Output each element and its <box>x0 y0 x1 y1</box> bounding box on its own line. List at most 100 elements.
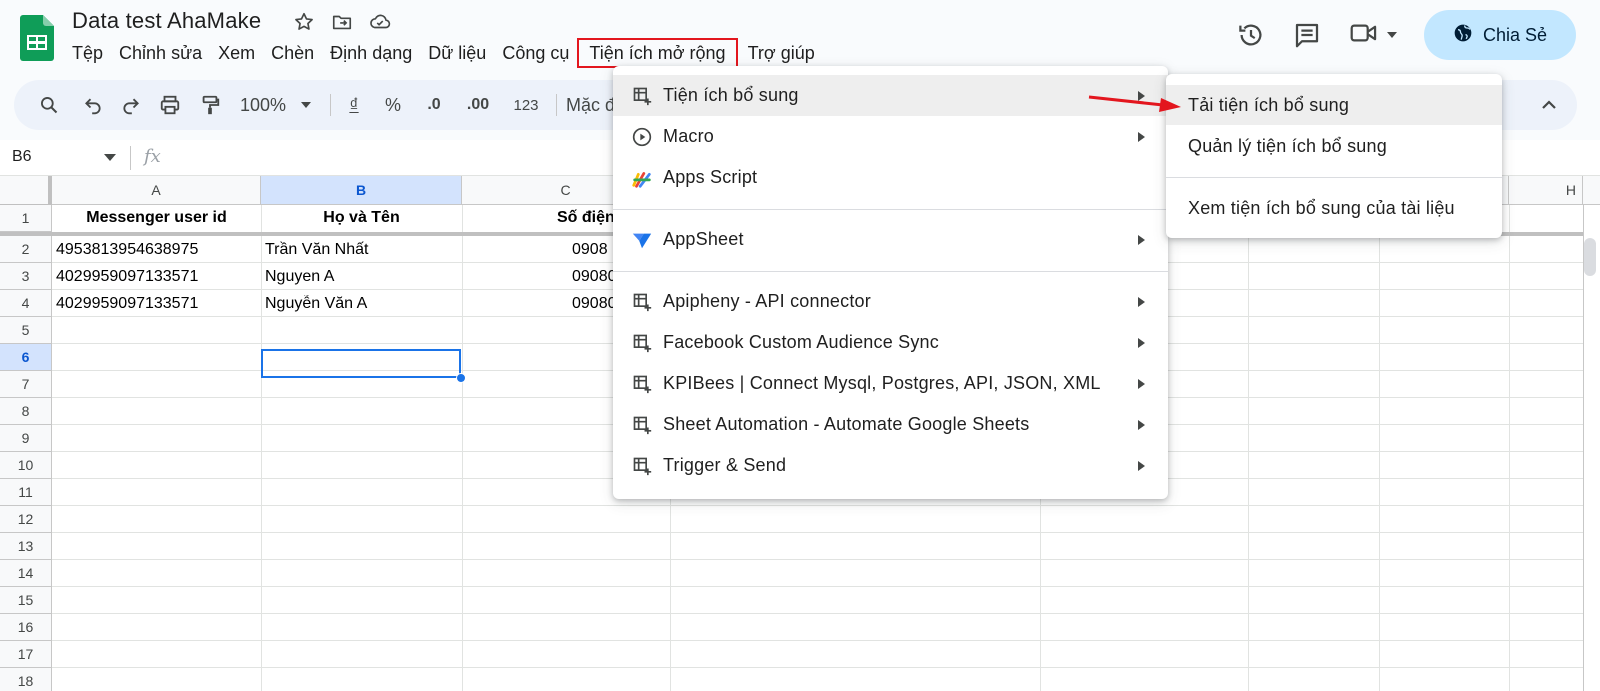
column-header-b[interactable]: B <box>261 176 462 205</box>
addon-icon <box>631 85 653 107</box>
row-header-11[interactable]: 11 <box>0 479 52 506</box>
grid-line <box>52 505 1583 506</box>
menu-item-label: Apps Script <box>663 167 758 187</box>
version-history-icon[interactable] <box>1236 20 1266 50</box>
column-header-h[interactable]: H <box>1509 176 1583 205</box>
row-header-14[interactable]: 14 <box>0 560 52 587</box>
cell-a3[interactable]: 4029959097133571 <box>56 268 260 286</box>
row-header-7[interactable]: 7 <box>0 371 52 398</box>
cell-b1[interactable]: Họ và Tên <box>261 209 462 227</box>
menu-item-kpibees[interactable]: KPIBees | Connect Mysql, Postgres, API, … <box>613 363 1168 404</box>
zoom-value: 100% <box>239 94 287 115</box>
menu-data[interactable]: Dữ liệu <box>420 38 494 68</box>
menu-file[interactable]: Tệp <box>64 38 111 68</box>
submenu-arrow-icon <box>1138 337 1145 348</box>
cloud-saved-icon[interactable] <box>368 10 392 34</box>
zoom-select[interactable]: 100% <box>236 80 290 130</box>
submenu-item-manage-addons[interactable]: Quản lý tiện ích bổ sung <box>1166 126 1502 166</box>
undo-icon[interactable] <box>78 80 108 130</box>
share-button[interactable]: Chia Sẻ <box>1424 10 1576 60</box>
collapse-toolbar-icon[interactable] <box>1534 80 1564 130</box>
submenu-arrow-icon <box>1138 460 1145 471</box>
menu-item-macro[interactable]: Macro <box>613 116 1168 157</box>
meet-button[interactable] <box>1348 18 1398 53</box>
cell-a1[interactable]: Messenger user id <box>52 209 261 227</box>
row-header-17[interactable]: 17 <box>0 641 52 668</box>
decrease-decimal-label: .0 <box>427 96 441 113</box>
menu-item-apps-script[interactable]: Apps Script <box>613 157 1168 198</box>
apps-script-icon <box>631 167 653 189</box>
cell-a4[interactable]: 4029959097133571 <box>56 295 260 313</box>
menu-divider <box>613 271 1168 272</box>
comments-icon[interactable] <box>1292 20 1322 50</box>
menu-item-label: Trigger & Send <box>663 455 787 475</box>
submenu-item-get-addons[interactable]: Tải tiện ích bổ sung <box>1166 85 1502 125</box>
menu-tools[interactable]: Công cụ <box>494 38 577 68</box>
row-header-6[interactable]: 6 <box>0 344 52 371</box>
row-header-8[interactable]: 8 <box>0 398 52 425</box>
row-header-18[interactable]: 18 <box>0 668 52 691</box>
selected-cell-b6[interactable] <box>261 349 461 378</box>
document-title[interactable]: Data test AhaMake <box>72 8 261 34</box>
menu-item-sheet-automation[interactable]: Sheet Automation - Automate Google Sheet… <box>613 404 1168 445</box>
vertical-scrollbar[interactable] <box>1584 238 1596 276</box>
menu-item-trigger-send[interactable]: Trigger & Send <box>613 445 1168 486</box>
addon-icon <box>631 291 653 313</box>
cell-b2[interactable]: Trần Văn Nhất <box>265 241 461 259</box>
menu-format[interactable]: Định dạng <box>322 38 420 68</box>
menu-insert[interactable]: Chèn <box>263 38 322 68</box>
percent-format-button[interactable]: % <box>378 80 408 130</box>
decrease-decimal-button[interactable]: .0 <box>418 80 450 130</box>
submenu-arrow-icon <box>1138 378 1145 389</box>
row-header-4[interactable]: 4 <box>0 290 52 317</box>
currency-format-button[interactable]: ₫ <box>342 80 366 130</box>
submenu-item-label: Xem tiện ích bổ sung của tài liệu <box>1188 197 1455 218</box>
menu-item-facebook-audience-sync[interactable]: Facebook Custom Audience Sync <box>613 322 1168 363</box>
row-header-13[interactable]: 13 <box>0 533 52 560</box>
extensions-menu: Tiện ích bổ sung Macro Apps Script AppSh… <box>613 66 1168 499</box>
row-header-15[interactable]: 15 <box>0 587 52 614</box>
appsheet-icon <box>631 229 653 251</box>
row-header-5[interactable]: 5 <box>0 317 52 344</box>
row-header-1[interactable]: 1 <box>0 205 52 232</box>
submenu-arrow-icon <box>1138 234 1145 245</box>
cell-b4[interactable]: Nguyễn Văn A <box>265 295 461 313</box>
menu-extensions[interactable]: Tiện ích mở rộng <box>577 38 738 68</box>
column-header-a[interactable]: A <box>52 176 261 205</box>
print-icon[interactable] <box>154 80 186 130</box>
grid-line <box>52 532 1583 533</box>
menu-item-label: Facebook Custom Audience Sync <box>663 332 939 352</box>
redo-icon[interactable] <box>116 80 146 130</box>
zoom-chevron-icon[interactable] <box>298 80 314 130</box>
menu-view[interactable]: Xem <box>210 38 263 68</box>
row-header-9[interactable]: 9 <box>0 425 52 452</box>
row-header-3[interactable]: 3 <box>0 263 52 290</box>
submenu-item-label: Tải tiện ích bổ sung <box>1188 94 1350 115</box>
row-header-16[interactable]: 16 <box>0 614 52 641</box>
toolbar-divider <box>330 94 331 116</box>
cell-a2[interactable]: 4953813954638975 <box>56 241 260 259</box>
cell-b3[interactable]: Nguyen A <box>265 268 461 286</box>
star-icon[interactable] <box>292 10 316 34</box>
name-box[interactable]: B6 <box>12 148 32 166</box>
formula-divider <box>130 146 131 170</box>
submenu-item-document-addons[interactable]: Xem tiện ích bổ sung của tài liệu <box>1166 188 1502 228</box>
fill-handle[interactable] <box>456 373 466 383</box>
select-all-corner[interactable] <box>0 176 52 205</box>
paint-format-icon[interactable] <box>194 80 226 130</box>
search-icon[interactable] <box>34 80 64 130</box>
menu-item-appsheet[interactable]: AppSheet <box>613 219 1168 260</box>
row-header-10[interactable]: 10 <box>0 452 52 479</box>
menu-help[interactable]: Trợ giúp <box>740 38 823 68</box>
addon-icon <box>631 455 653 477</box>
grid-line <box>52 586 1583 587</box>
more-formats-button[interactable]: 123 <box>506 80 546 130</box>
name-box-chevron-icon[interactable] <box>104 154 116 161</box>
row-header-2[interactable]: 2 <box>0 236 52 263</box>
move-to-folder-icon[interactable] <box>330 10 354 34</box>
google-sheets-logo[interactable] <box>20 15 54 61</box>
menu-edit[interactable]: Chỉnh sửa <box>111 38 210 68</box>
menu-item-apipheny[interactable]: Apipheny - API connector <box>613 281 1168 322</box>
row-header-12[interactable]: 12 <box>0 506 52 533</box>
increase-decimal-button[interactable]: .00 <box>458 80 498 130</box>
